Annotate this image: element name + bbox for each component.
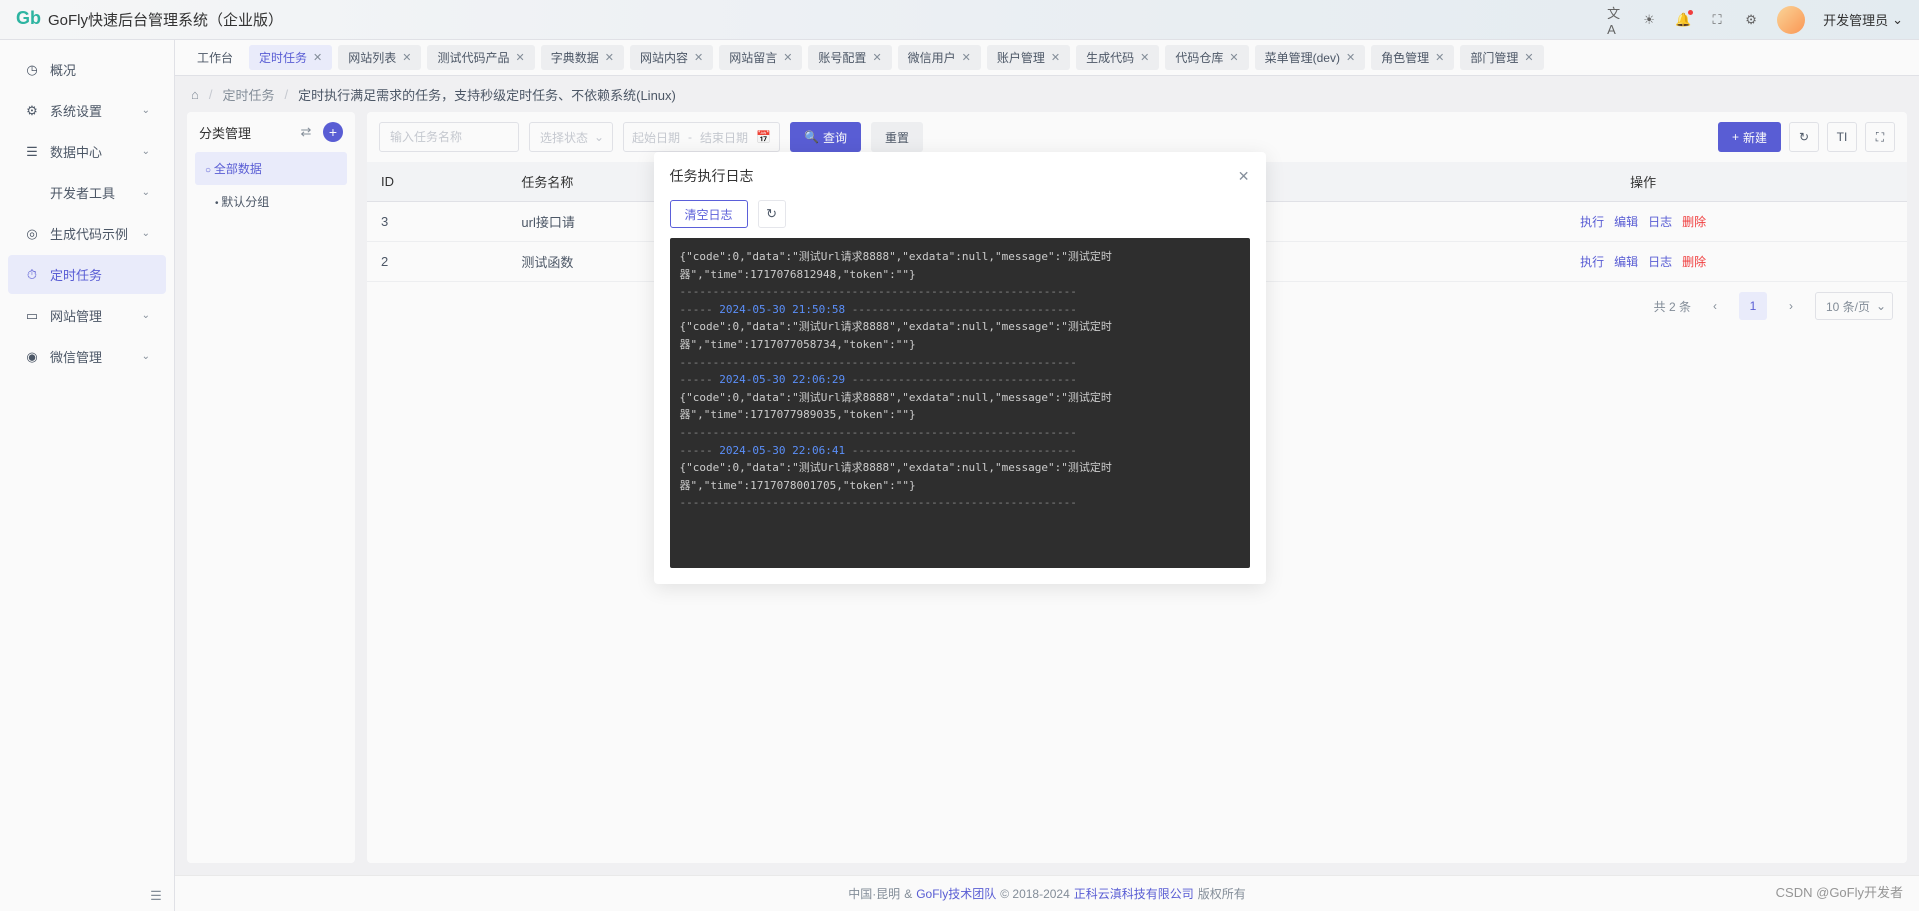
modal-title: 任务执行日志 (670, 166, 754, 186)
modal-close-icon[interactable]: ✕ (1238, 168, 1250, 185)
log-modal: 任务执行日志 ✕ 清空日志 ↻ {"code":0,"data":"测试Url请… (654, 152, 1266, 584)
refresh-log-button[interactable]: ↻ (758, 200, 786, 228)
log-content[interactable]: {"code":0,"data":"测试Url请求8888","exdata":… (670, 238, 1250, 568)
modal-mask[interactable]: 任务执行日志 ✕ 清空日志 ↻ {"code":0,"data":"测试Url请… (0, 0, 1919, 911)
clear-log-button[interactable]: 清空日志 (670, 200, 748, 228)
